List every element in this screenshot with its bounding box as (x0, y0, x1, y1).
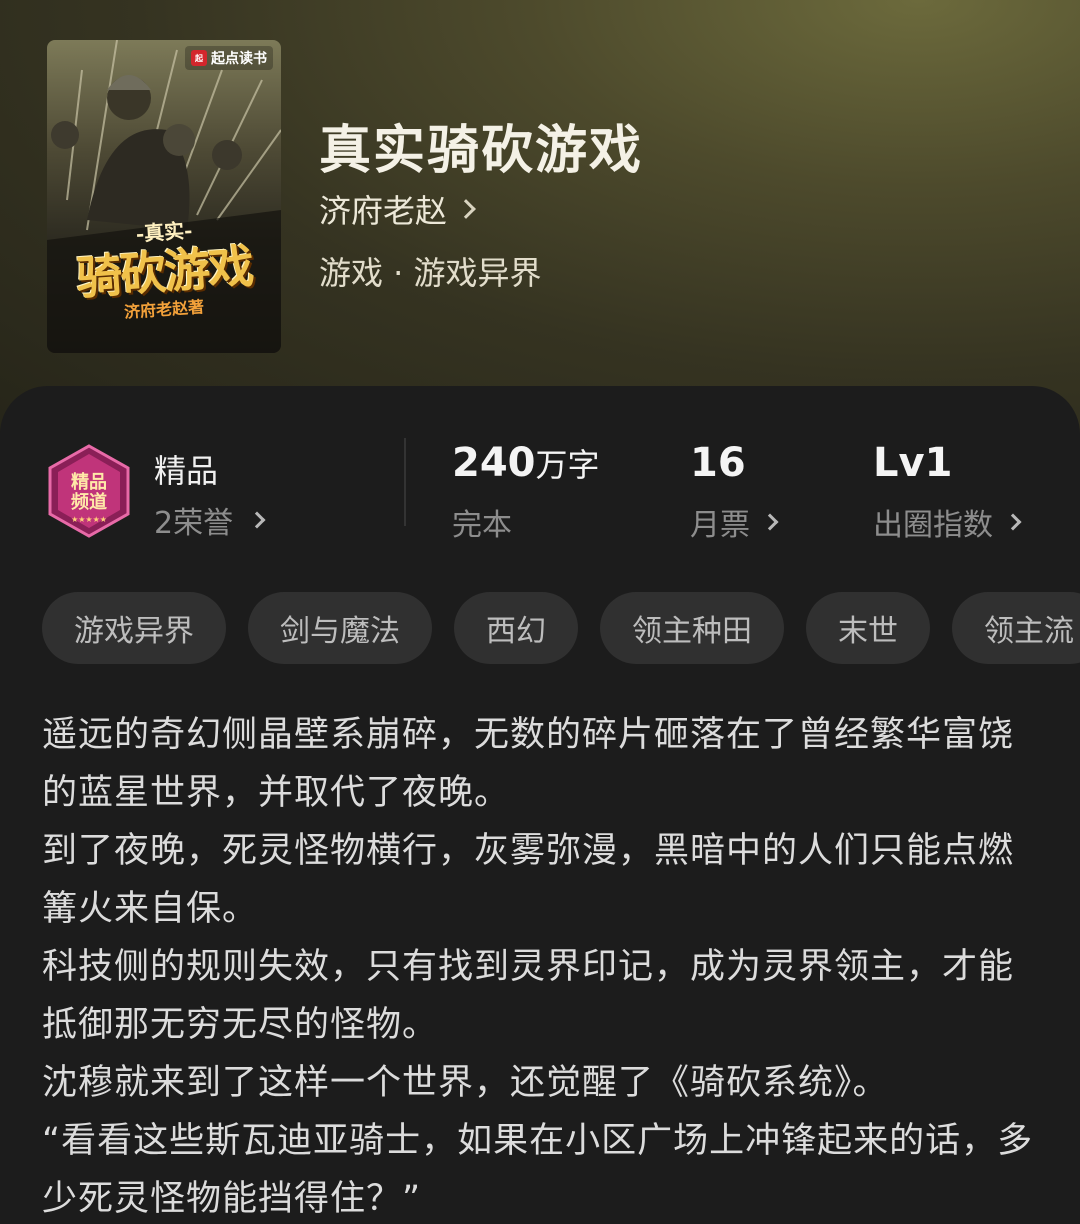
book-status: 完本 (452, 500, 512, 544)
synopsis-paragraph: 沈穆就来到了这样一个世界，还觉醒了《骑砍系统》。 (42, 1063, 889, 1103)
level-value: Lv1 (873, 440, 953, 486)
synopsis-paragraph: 到了夜晚，死灵怪物横行，灰雾弥漫，黑暗中的人们只能点燃篝火来自保。 (42, 831, 1015, 929)
tag-chip[interactable]: 末世 (806, 592, 930, 664)
tag-chip[interactable]: 领主流 (952, 592, 1080, 664)
book-cover[interactable]: 起 起点读书 -真实- 骑砍游戏 济府老赵著 (47, 40, 281, 353)
book-genre: 游戏 · 游戏异界 (319, 254, 542, 292)
tag-chip[interactable]: 游戏异界 (42, 592, 226, 664)
tag-chip[interactable]: 剑与魔法 (248, 592, 432, 664)
stats-divider (404, 438, 406, 526)
author-name: 济府老赵 (319, 192, 448, 230)
tag-chip[interactable]: 领主种田 (600, 592, 784, 664)
chevron-right-icon (456, 199, 476, 219)
word-count-unit: 万字 (535, 446, 600, 484)
cover-brand-badge: 起 起点读书 (185, 46, 273, 70)
premium-channel-badge-icon[interactable]: 精品 频道 ★★★★★ (44, 444, 134, 538)
cover-brand-label: 起点读书 (211, 51, 267, 67)
synopsis-paragraph: 科技侧的规则失效，只有找到灵界印记，成为灵界领主，才能抵御那无穷无尽的怪物。 (42, 947, 1015, 1045)
synopsis-paragraph: “看看这些斯瓦迪亚骑士，如果在小区广场上冲锋起来的话，多少死灵怪物能挡得住？” (42, 1121, 1034, 1219)
chevron-right-icon (248, 511, 266, 529)
author-link[interactable]: 济府老赵 (319, 186, 476, 232)
tag-list: 游戏异界 剑与魔法 西幻 领主种田 末世 领主流 (42, 592, 1080, 664)
honor-link[interactable]: 2荣誉 (154, 498, 266, 542)
svg-text:★★★★★: ★★★★★ (71, 515, 107, 524)
word-count: 240万字 (452, 440, 600, 486)
premium-label: 精品 (154, 452, 219, 490)
monthly-votes-label: 月票 (690, 508, 750, 543)
chevron-right-icon (1004, 513, 1022, 531)
book-title: 真实骑砍游戏 (319, 120, 644, 181)
honor-count: 2荣誉 (154, 506, 234, 541)
qidian-logo-icon: 起 (191, 50, 207, 66)
synopsis-paragraph: 遥远的奇幻侧晶壁系崩碎，无数的碎片砸落在了曾经繁华富饶的蓝星世界，并取代了夜晚。 (42, 715, 1015, 813)
tag-chip[interactable]: 西幻 (454, 592, 578, 664)
svg-text:精品: 精品 (71, 471, 107, 493)
monthly-votes-link[interactable]: 月票 (690, 500, 779, 544)
level-link[interactable]: 出圈指数 (873, 500, 1022, 544)
word-count-value: 240 (452, 440, 536, 486)
level-label: 出圈指数 (873, 508, 993, 543)
book-status-label: 完本 (452, 508, 512, 543)
chevron-right-icon (761, 513, 779, 531)
monthly-votes-value: 16 (690, 440, 746, 486)
svg-text:频道: 频道 (71, 491, 107, 513)
book-synopsis[interactable]: 遥远的奇幻侧晶壁系崩碎，无数的碎片砸落在了曾经繁华富饶的蓝星世界，并取代了夜晚。… (42, 706, 1042, 1224)
